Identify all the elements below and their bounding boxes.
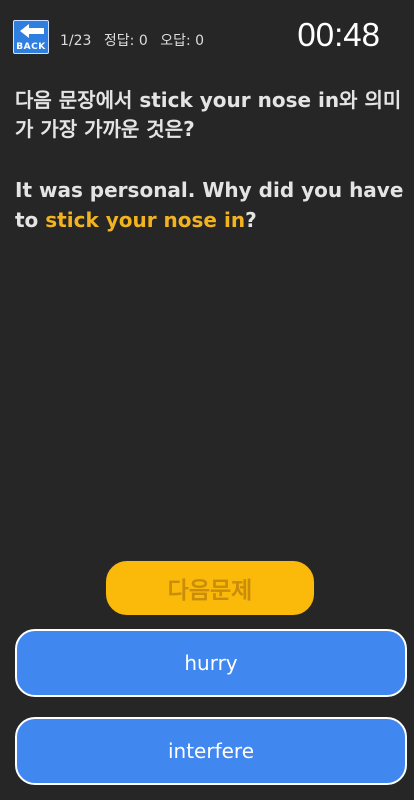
example-sentence: It was personal. Why did you have to sti… (15, 175, 405, 235)
answer-option-2[interactable]: interfere (15, 717, 407, 785)
back-label: BACK (16, 42, 46, 52)
question-prompt: 다음 문장에서 stick your nose in와 의미가 가장 가까운 것… (15, 86, 405, 144)
sentence-after: ? (245, 208, 257, 232)
top-bar: BACK 1/23 정답: 0 오답: 0 00:48 (0, 0, 414, 76)
arrow-left-icon (20, 24, 44, 38)
back-button[interactable]: BACK (13, 20, 49, 54)
countdown-timer: 00:48 (297, 16, 380, 53)
question-prefix: 다음 문장에서 (15, 88, 140, 112)
question-phrase: stick your nose in (139, 88, 340, 112)
wrong-count: 오답: 0 (160, 33, 205, 49)
correct-count: 정답: 0 (103, 33, 148, 49)
progress-info: 1/23 정답: 0 오답: 0 (60, 30, 212, 50)
answer-option-1[interactable]: hurry (15, 629, 407, 697)
question-counter: 1/23 (60, 33, 92, 49)
next-question-button[interactable]: 다음문제 (105, 560, 315, 616)
sentence-highlight: stick your nose in (45, 208, 246, 232)
